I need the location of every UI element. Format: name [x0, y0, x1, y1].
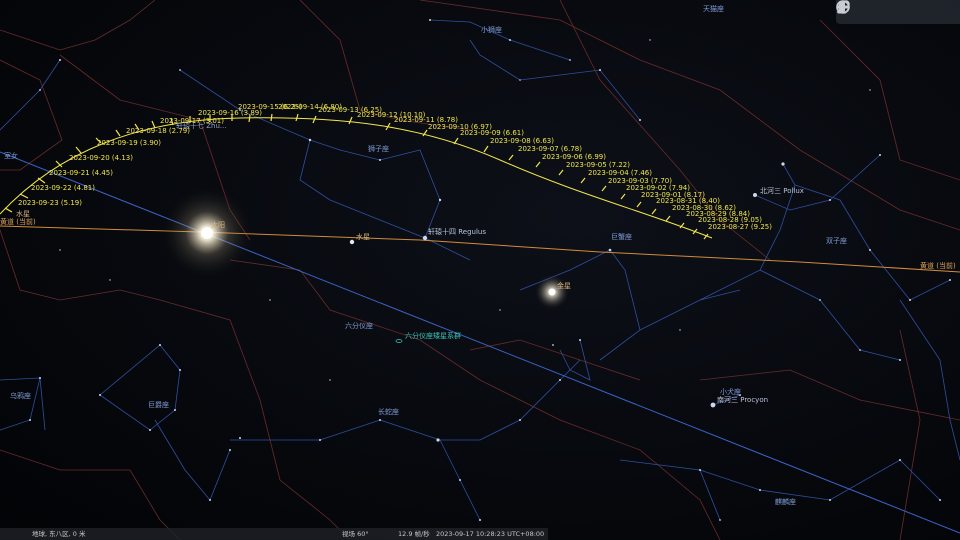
constellation-label-changshe: 长蛇座	[378, 408, 399, 416]
planet-label-mercury: 水星	[356, 233, 370, 241]
mercury-track	[0, 117, 713, 239]
status-fov: 视场 60°	[342, 530, 369, 538]
constellation-label-xiaoshi: 小狮座	[481, 26, 502, 34]
status-datetime: 2023-09-17 10:28:23 UTC+08:00	[436, 530, 545, 538]
constellation-label-qilin: 麒麟座	[775, 498, 796, 506]
constellation-lines	[0, 19, 960, 521]
dso-marker[interactable]	[395, 339, 403, 343]
constellation-label-xiaoquan: 小犬座	[720, 388, 741, 396]
track-label: 2023-09-23 (5.19)	[18, 199, 82, 207]
constellation-label-shizi: 狮子座	[368, 145, 389, 153]
track-label: 2023-09-21 (4.45)	[49, 169, 113, 177]
mercury-disk[interactable]	[349, 239, 355, 245]
track-label: 2023-09-05 (7.22)	[566, 161, 630, 169]
track-label: 2023-08-27 (9.25)	[708, 223, 772, 231]
planet-label-sun: 太阳	[211, 221, 225, 229]
planet-label-mercury-track-start: 水星	[16, 210, 30, 218]
track-label: 2023-09-16 (3.89)	[198, 109, 262, 117]
ecliptic-label-right: 黄道 (当前)	[920, 262, 956, 270]
star-label-procyon: 南河三 Procyon	[717, 396, 769, 404]
track-label: 2023-09-17 (3.01)	[160, 117, 224, 125]
star-label-pollux: 北河三 Pollux	[760, 187, 804, 195]
reticle-icon[interactable]	[836, 0, 922, 20]
venus-disk[interactable]	[548, 288, 556, 296]
constellation-label-shuangzi: 双子座	[826, 237, 847, 245]
constellation-label-liuxian: 六分仪座	[345, 322, 373, 330]
track-label: 2023-09-20 (4.13)	[69, 154, 133, 162]
status-location: 地球, 东八区, 0 米	[32, 530, 86, 538]
sky-view[interactable]: 天猫座 小狮座 狮子座 巨蟹座 双子座 小犬座 麒麟座 长蛇座 巨爵座 乌鸦座 …	[0, 0, 960, 540]
sky-canvas	[0, 0, 960, 540]
planet-label-venus: 金星	[557, 282, 571, 290]
status-bar: 地球, 东八区, 0 米 视场 60° 12.9 帧/秒 2023-09-17 …	[0, 528, 548, 540]
star-label-regulus: 轩辕十四 Regulus	[428, 228, 486, 236]
ocular-icon[interactable]	[836, 0, 891, 20]
ecliptic-label-left: 黄道 (当前)	[0, 218, 36, 226]
constellation-label-juxie: 巨蟹座	[611, 233, 632, 241]
view-toolbar	[836, 0, 960, 24]
star-field	[29, 19, 951, 521]
constellation-label-shinv: 室女	[4, 152, 18, 160]
track-label: 2023-09-04 (7.46)	[588, 169, 652, 177]
constellation-boundaries	[0, 0, 960, 540]
track-label: 2023-09-22 (4.81)	[31, 184, 95, 192]
track-label: 2023-09-09 (6.61)	[460, 129, 524, 137]
wrench-icon[interactable]	[837, 0, 953, 20]
track-label: 2023-09-19 (3.90)	[97, 139, 161, 147]
track-label: 2023-09-07 (6.78)	[518, 145, 582, 153]
constellation-label-tianmao: 天猫座	[703, 5, 724, 13]
celestial-equator	[0, 151, 960, 534]
track-label: 2023-09-06 (6.99)	[542, 153, 606, 161]
constellation-label-jujue: 巨爵座	[148, 401, 169, 409]
track-label: 2023-09-08 (6.63)	[490, 137, 554, 145]
status-fps: 12.9 帧/秒	[398, 530, 430, 538]
constellation-label-wuya: 乌鸦座	[10, 392, 31, 400]
track-label: 2023-09-18 (2.79)	[126, 127, 190, 135]
dso-label-sextans: 六分仪座矮星系群	[405, 332, 461, 340]
